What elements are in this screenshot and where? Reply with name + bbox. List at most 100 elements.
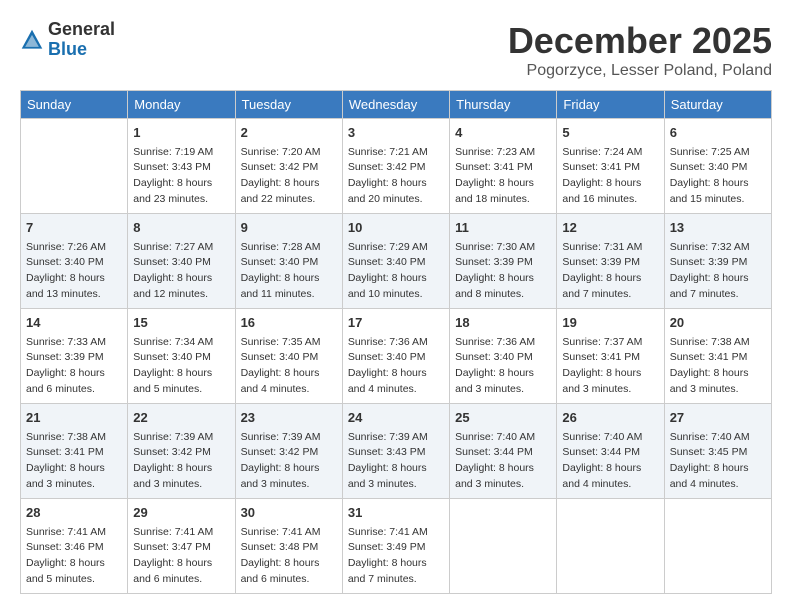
day-number: 4 — [455, 123, 551, 143]
day-info-text: Daylight: 8 hours — [241, 176, 337, 192]
calendar-cell-week5-day5 — [450, 499, 557, 594]
day-info-text: Daylight: 8 hours — [133, 556, 229, 572]
day-info-text: and 8 minutes. — [455, 287, 551, 303]
calendar-week-4: 21Sunrise: 7:38 AMSunset: 3:41 PMDayligh… — [21, 404, 772, 499]
calendar-cell-week3-day7: 20Sunrise: 7:38 AMSunset: 3:41 PMDayligh… — [664, 309, 771, 404]
day-info-text: Sunrise: 7:31 AM — [562, 240, 658, 256]
day-info-text: Sunrise: 7:38 AM — [26, 430, 122, 446]
day-info-text: Sunrise: 7:39 AM — [348, 430, 444, 446]
logo-icon — [20, 28, 44, 52]
calendar-cell-week3-day3: 16Sunrise: 7:35 AMSunset: 3:40 PMDayligh… — [235, 309, 342, 404]
day-info-text: Daylight: 8 hours — [670, 271, 766, 287]
day-info-text: Sunrise: 7:40 AM — [670, 430, 766, 446]
day-number: 21 — [26, 408, 122, 428]
day-info-text: Sunrise: 7:27 AM — [133, 240, 229, 256]
calendar-cell-week3-day5: 18Sunrise: 7:36 AMSunset: 3:40 PMDayligh… — [450, 309, 557, 404]
calendar-cell-week1-day7: 6Sunrise: 7:25 AMSunset: 3:40 PMDaylight… — [664, 119, 771, 214]
day-info-text: Sunset: 3:40 PM — [455, 350, 551, 366]
calendar-cell-week4-day4: 24Sunrise: 7:39 AMSunset: 3:43 PMDayligh… — [342, 404, 449, 499]
day-info-text: Sunset: 3:41 PM — [562, 160, 658, 176]
calendar-cell-week4-day1: 21Sunrise: 7:38 AMSunset: 3:41 PMDayligh… — [21, 404, 128, 499]
day-info-text: Sunset: 3:41 PM — [562, 350, 658, 366]
weekday-header-wednesday: Wednesday — [342, 91, 449, 119]
day-info-text: Sunset: 3:46 PM — [26, 540, 122, 556]
day-info-text: and 10 minutes. — [348, 287, 444, 303]
page-header: General Blue December 2025 Pogorzyce, Le… — [20, 20, 772, 80]
day-info-text: Daylight: 8 hours — [670, 366, 766, 382]
day-info-text: Sunrise: 7:39 AM — [241, 430, 337, 446]
day-number: 11 — [455, 218, 551, 238]
day-info-text: and 18 minutes. — [455, 192, 551, 208]
weekday-header-row: SundayMondayTuesdayWednesdayThursdayFrid… — [21, 91, 772, 119]
day-info-text: and 4 minutes. — [241, 382, 337, 398]
logo-general-text: General — [48, 20, 115, 40]
day-info-text: Sunset: 3:43 PM — [133, 160, 229, 176]
calendar-cell-week2-day2: 8Sunrise: 7:27 AMSunset: 3:40 PMDaylight… — [128, 214, 235, 309]
calendar-table: SundayMondayTuesdayWednesdayThursdayFrid… — [20, 90, 772, 594]
day-number: 19 — [562, 313, 658, 333]
day-info-text: Sunrise: 7:36 AM — [348, 335, 444, 351]
day-info-text: and 3 minutes. — [455, 382, 551, 398]
day-info-text: Sunrise: 7:41 AM — [133, 525, 229, 541]
day-info-text: Daylight: 8 hours — [670, 461, 766, 477]
calendar-week-3: 14Sunrise: 7:33 AMSunset: 3:39 PMDayligh… — [21, 309, 772, 404]
day-info-text: and 3 minutes. — [26, 477, 122, 493]
calendar-cell-week1-day4: 3Sunrise: 7:21 AMSunset: 3:42 PMDaylight… — [342, 119, 449, 214]
day-number: 28 — [26, 503, 122, 523]
logo-text: General Blue — [48, 20, 115, 60]
calendar-cell-week4-day5: 25Sunrise: 7:40 AMSunset: 3:44 PMDayligh… — [450, 404, 557, 499]
day-number: 7 — [26, 218, 122, 238]
day-info-text: Sunset: 3:45 PM — [670, 445, 766, 461]
day-info-text: and 22 minutes. — [241, 192, 337, 208]
day-info-text: and 15 minutes. — [670, 192, 766, 208]
day-info-text: Daylight: 8 hours — [348, 556, 444, 572]
day-info-text: and 11 minutes. — [241, 287, 337, 303]
day-info-text: Daylight: 8 hours — [348, 176, 444, 192]
day-info-text: and 13 minutes. — [26, 287, 122, 303]
day-info-text: Daylight: 8 hours — [562, 461, 658, 477]
day-info-text: Sunrise: 7:41 AM — [26, 525, 122, 541]
calendar-cell-week4-day2: 22Sunrise: 7:39 AMSunset: 3:42 PMDayligh… — [128, 404, 235, 499]
day-number: 5 — [562, 123, 658, 143]
day-number: 10 — [348, 218, 444, 238]
day-info-text: and 3 minutes. — [133, 477, 229, 493]
day-info-text: and 6 minutes. — [133, 572, 229, 588]
day-info-text: Sunrise: 7:30 AM — [455, 240, 551, 256]
day-info-text: Sunrise: 7:39 AM — [133, 430, 229, 446]
day-info-text: Sunset: 3:40 PM — [670, 160, 766, 176]
day-info-text: Sunset: 3:40 PM — [241, 350, 337, 366]
day-info-text: Sunset: 3:49 PM — [348, 540, 444, 556]
day-info-text: Sunrise: 7:35 AM — [241, 335, 337, 351]
day-info-text: Sunset: 3:39 PM — [562, 255, 658, 271]
calendar-header: SundayMondayTuesdayWednesdayThursdayFrid… — [21, 91, 772, 119]
day-info-text: and 6 minutes. — [241, 572, 337, 588]
day-number: 18 — [455, 313, 551, 333]
day-info-text: Sunrise: 7:29 AM — [348, 240, 444, 256]
month-title: December 2025 — [508, 20, 772, 62]
day-info-text: Daylight: 8 hours — [348, 271, 444, 287]
day-info-text: Daylight: 8 hours — [133, 271, 229, 287]
day-number: 14 — [26, 313, 122, 333]
day-number: 25 — [455, 408, 551, 428]
calendar-cell-week2-day3: 9Sunrise: 7:28 AMSunset: 3:40 PMDaylight… — [235, 214, 342, 309]
day-info-text: Daylight: 8 hours — [562, 366, 658, 382]
day-info-text: Sunset: 3:40 PM — [241, 255, 337, 271]
day-info-text: Daylight: 8 hours — [455, 176, 551, 192]
day-info-text: Sunset: 3:39 PM — [670, 255, 766, 271]
day-info-text: Sunset: 3:40 PM — [348, 255, 444, 271]
calendar-week-5: 28Sunrise: 7:41 AMSunset: 3:46 PMDayligh… — [21, 499, 772, 594]
day-info-text: Sunrise: 7:19 AM — [133, 145, 229, 161]
calendar-cell-week1-day6: 5Sunrise: 7:24 AMSunset: 3:41 PMDaylight… — [557, 119, 664, 214]
day-info-text: Daylight: 8 hours — [133, 366, 229, 382]
day-number: 27 — [670, 408, 766, 428]
day-number: 8 — [133, 218, 229, 238]
day-info-text: Daylight: 8 hours — [26, 461, 122, 477]
weekday-header-saturday: Saturday — [664, 91, 771, 119]
day-number: 24 — [348, 408, 444, 428]
calendar-cell-week3-day1: 14Sunrise: 7:33 AMSunset: 3:39 PMDayligh… — [21, 309, 128, 404]
day-info-text: and 5 minutes. — [133, 382, 229, 398]
calendar-cell-week2-day5: 11Sunrise: 7:30 AMSunset: 3:39 PMDayligh… — [450, 214, 557, 309]
day-info-text: and 4 minutes. — [562, 477, 658, 493]
day-info-text: Daylight: 8 hours — [133, 461, 229, 477]
day-info-text: Sunrise: 7:32 AM — [670, 240, 766, 256]
